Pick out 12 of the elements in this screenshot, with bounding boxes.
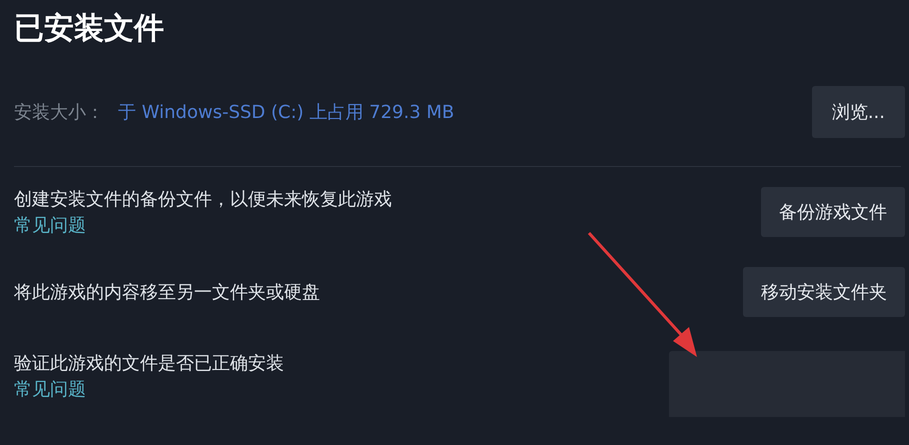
faq-link[interactable]: 常见问题	[14, 377, 284, 401]
install-size-value: 于 Windows-SSD (C:) 上占用 729.3 MB	[118, 101, 454, 124]
action-button[interactable]: 移动安装文件夹	[743, 267, 905, 317]
section-title: 已安装文件	[14, 10, 165, 48]
browse-button[interactable]: 浏览...	[812, 86, 905, 138]
action-button[interactable]	[669, 351, 905, 417]
action-description: 验证此游戏的文件是否已正确安装	[14, 352, 284, 375]
action-description: 将此游戏的内容移至另一文件夹或硬盘	[14, 281, 320, 304]
action-description: 创建安装文件的备份文件，以便未来恢复此游戏	[14, 188, 392, 211]
install-size-label: 安装大小：	[14, 101, 104, 124]
faq-link[interactable]: 常见问题	[14, 213, 392, 237]
action-button[interactable]: 备份游戏文件	[761, 187, 905, 237]
